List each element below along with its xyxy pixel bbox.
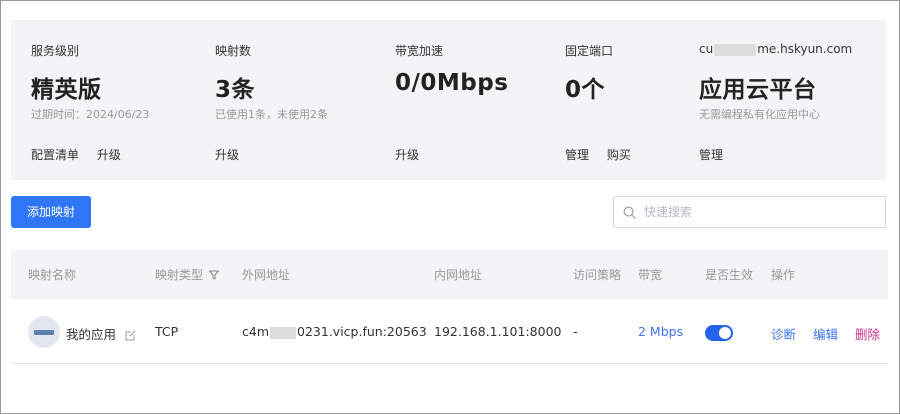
- upgrade-service-link[interactable]: 升级: [97, 148, 121, 162]
- mapping-count-label: 映射数: [215, 44, 252, 58]
- col-header-type[interactable]: 映射类型: [155, 266, 220, 283]
- access-policy-cell: -: [573, 324, 578, 339]
- mapping-name: 我的应用: [66, 327, 117, 342]
- table-row: 我的应用 TCP c4m 0231.vicp.fun:20563 192.168.…: [11, 300, 888, 364]
- service-summary-panel: 服务级别 精英版 过期时间：2024/06/23 配置清单 升级 映射数 3条 …: [11, 20, 886, 180]
- buy-port-link[interactable]: 购买: [607, 148, 631, 162]
- col-header-enabled: 是否生效: [705, 268, 754, 282]
- table-header: 映射名称 映射类型 外网地址 内网地址 访问策略 带宽 是否生效 操作: [11, 250, 888, 299]
- external-address-prefix: c4m: [242, 324, 270, 339]
- app-cloud-title: 应用云平台: [699, 77, 817, 103]
- service-level-label: 服务级别: [31, 44, 80, 58]
- fixed-port-value: 0个: [565, 77, 606, 103]
- manage-app-cloud-link[interactable]: 管理: [699, 148, 723, 162]
- bandwidth-cell[interactable]: 2 Mbps: [638, 324, 683, 339]
- bandwidth-label: 带宽加速: [395, 44, 444, 58]
- mapping-actions: 升级: [215, 146, 253, 163]
- upgrade-mapping-link[interactable]: 升级: [215, 148, 239, 162]
- config-list-link[interactable]: 配置清单: [31, 148, 79, 162]
- enabled-toggle[interactable]: [705, 325, 733, 341]
- upgrade-bandwidth-link[interactable]: 升级: [395, 148, 419, 162]
- bandwidth-value: 0/0Mbps: [395, 70, 509, 96]
- service-level-actions: 配置清单 升级: [31, 146, 135, 163]
- search-input[interactable]: [644, 198, 880, 226]
- internal-address-cell: 192.168.1.101:8000: [434, 324, 562, 339]
- app-icon: [28, 316, 60, 348]
- account-domain-suffix: me.hskyun.com: [757, 42, 853, 56]
- app-cloud-actions: 管理: [699, 146, 737, 163]
- mapping-usage-text: 已使用1条，未使用2条: [215, 108, 328, 121]
- external-address-cell: c4m 0231.vicp.fun:20563: [242, 324, 427, 339]
- service-level-value: 精英版: [31, 77, 102, 103]
- account-domain-prefix: cu: [699, 42, 714, 56]
- masked-text: [714, 43, 757, 56]
- fixed-port-actions: 管理 购买: [565, 146, 645, 163]
- filter-icon[interactable]: [209, 270, 220, 280]
- edit-link[interactable]: 编辑: [813, 324, 838, 343]
- expiry-date-text: 过期时间：2024/06/23: [31, 108, 150, 121]
- delete-link[interactable]: 删除: [855, 324, 880, 343]
- col-header-policy: 访问策略: [573, 268, 622, 282]
- masked-text: [270, 326, 297, 339]
- col-header-name: 映射名称: [28, 268, 77, 282]
- app-cloud-subtitle: 无需编程私有化应用中心: [699, 108, 820, 121]
- external-address-suffix: 0231.vicp.fun:20563: [297, 324, 427, 339]
- manage-port-link[interactable]: 管理: [565, 148, 589, 162]
- quick-search-box[interactable]: [613, 196, 886, 228]
- col-header-ops: 操作: [771, 268, 796, 282]
- col-header-bandwidth: 带宽: [638, 268, 663, 282]
- search-icon: [623, 206, 636, 219]
- col-header-type-label: 映射类型: [155, 268, 204, 282]
- col-header-internal: 内网地址: [434, 268, 483, 282]
- fixed-port-label: 固定端口: [565, 44, 614, 58]
- col-header-external: 外网地址: [242, 268, 291, 282]
- mapping-count-value: 3条: [215, 77, 256, 103]
- bandwidth-actions: 升级: [395, 146, 433, 163]
- diagnose-link[interactable]: 诊断: [771, 324, 796, 343]
- edit-icon[interactable]: [125, 330, 136, 341]
- mapping-type-cell: TCP: [155, 324, 179, 339]
- mapping-name-cell: 我的应用: [66, 324, 136, 343]
- add-mapping-button[interactable]: 添加映射: [11, 196, 91, 228]
- account-domain: cu me.hskyun.com: [699, 42, 852, 56]
